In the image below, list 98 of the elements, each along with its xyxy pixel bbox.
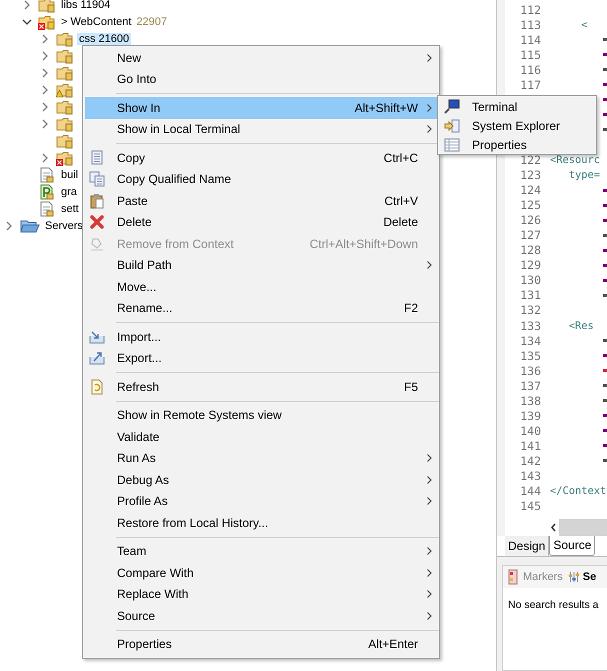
item-count: 22907 xyxy=(136,16,168,28)
code-text: </Context xyxy=(550,485,606,498)
tree-item[interactable]: Servers xyxy=(4,217,85,234)
markers-icon xyxy=(506,568,520,585)
line-number: 131 xyxy=(519,288,542,302)
menu-item[interactable]: System Explorer xyxy=(438,116,596,135)
folder-icon xyxy=(56,116,74,132)
folder-icon xyxy=(56,30,74,46)
menu-item[interactable]: Copy Ctrl+C xyxy=(85,147,439,168)
file-icon xyxy=(38,166,56,182)
line-number: 117 xyxy=(519,78,542,92)
menu-item[interactable]: Restore from Local History... xyxy=(85,512,439,534)
folder-icon xyxy=(56,64,74,80)
menu-item[interactable]: Compare With xyxy=(85,562,439,584)
code-text: <Res xyxy=(568,320,594,332)
scrollbar[interactable] xyxy=(559,518,607,536)
line-number: 129 xyxy=(519,258,542,272)
folder-icon xyxy=(56,98,74,114)
folder-icon xyxy=(38,0,56,12)
line-number: 128 xyxy=(519,243,542,258)
tree-item[interactable]: gra xyxy=(22,183,79,200)
editor-tab[interactable]: Source xyxy=(549,536,596,556)
menu-item[interactable]: Profile As xyxy=(85,490,439,512)
line-number: 139 xyxy=(519,408,542,423)
script-file-icon xyxy=(38,184,56,200)
menu-item[interactable]: Build Path xyxy=(85,254,439,276)
line-number: 137 xyxy=(519,378,542,393)
line-number: 135 xyxy=(519,348,542,363)
menu-item[interactable]: Validate xyxy=(85,426,439,448)
menu-item[interactable]: Run As xyxy=(85,448,439,469)
line-number: 125 xyxy=(519,198,542,212)
line-number: 116 xyxy=(519,62,542,77)
editor-tab[interactable]: Design xyxy=(505,536,550,556)
code-text: <Resourc xyxy=(550,154,600,166)
menu-item[interactable]: New xyxy=(85,47,439,68)
menu-item[interactable]: Show in Remote Systems view xyxy=(85,404,439,426)
copy-icon xyxy=(89,171,105,188)
menu-item[interactable]: Refresh F5 xyxy=(85,376,439,398)
menu-item[interactable]: Import... xyxy=(85,326,439,348)
delete-icon xyxy=(89,214,105,230)
menu-item[interactable]: Move... xyxy=(85,276,439,298)
explorer-icon xyxy=(444,118,460,134)
line-number: 141 xyxy=(519,438,542,453)
line-number: 134 xyxy=(519,334,542,348)
line-number: 136 xyxy=(519,364,542,378)
line-number: 130 xyxy=(519,273,542,288)
menu-item[interactable]: Properties Alt+Enter xyxy=(85,634,439,655)
terminal-icon xyxy=(444,98,460,114)
line-number: 144 xyxy=(519,484,542,498)
refresh-icon xyxy=(89,378,105,395)
folder-icon xyxy=(56,132,74,148)
properties-icon xyxy=(444,136,460,152)
line-number: 126 xyxy=(519,213,542,228)
line-number: 127 xyxy=(519,228,542,242)
folder-icon xyxy=(20,218,40,234)
import-icon xyxy=(89,328,105,345)
line-number: 114 xyxy=(519,32,542,47)
line-number: 145 xyxy=(519,499,542,514)
export-icon xyxy=(89,350,105,366)
line-number: 123 xyxy=(519,168,542,182)
menu-item[interactable]: Source xyxy=(85,605,439,626)
tree-item[interactable]: css 21600 xyxy=(40,30,132,47)
line-number: 115 xyxy=(519,48,542,62)
copy-icon xyxy=(89,150,105,166)
menu-item[interactable]: Team xyxy=(85,540,439,562)
menu-item[interactable]: Rename... F2 xyxy=(85,298,439,319)
line-number: 138 xyxy=(519,394,542,408)
panel-tab[interactable]: Se xyxy=(568,570,596,584)
code-text: type= xyxy=(568,169,600,182)
line-number: 112 xyxy=(519,2,542,17)
folder-icon xyxy=(56,48,74,64)
menu-item[interactable]: Copy Qualified Name xyxy=(85,168,439,190)
menu-item[interactable]: Delete Delete xyxy=(85,212,439,233)
panel-message: No search results a xyxy=(508,598,600,611)
menu-item[interactable]: Show In Alt+Shift+W xyxy=(85,97,439,118)
line-number: 133 xyxy=(519,318,542,332)
menu-item[interactable]: Paste Ctrl+V xyxy=(85,190,439,212)
line-number: 143 xyxy=(519,468,542,483)
line-number: 113 xyxy=(519,18,542,32)
menu-item[interactable]: Terminal xyxy=(438,97,596,116)
file-icon xyxy=(38,200,56,216)
tree-item[interactable]: > WebContent xyxy=(22,13,134,30)
line-number: 142 xyxy=(519,454,542,468)
line-number: 140 xyxy=(519,424,542,438)
line-number: 124 xyxy=(519,183,542,198)
line-number: 122 xyxy=(519,152,542,167)
line-number: 132 xyxy=(519,303,542,318)
menu-item[interactable]: Export... xyxy=(85,348,439,369)
menu-item[interactable]: Go Into xyxy=(85,68,439,90)
menu-item[interactable]: Show in Local Terminal xyxy=(85,118,439,140)
menu-item[interactable]: Replace With xyxy=(85,584,439,605)
clipboard-icon xyxy=(89,192,105,209)
menu-item[interactable]: Properties xyxy=(438,135,596,154)
remove-icon xyxy=(89,236,105,252)
code-text: < xyxy=(580,18,588,31)
tree-item[interactable]: sett xyxy=(22,200,81,217)
menu-item[interactable]: Debug As xyxy=(85,469,439,490)
tree-item[interactable]: buil xyxy=(22,166,80,183)
